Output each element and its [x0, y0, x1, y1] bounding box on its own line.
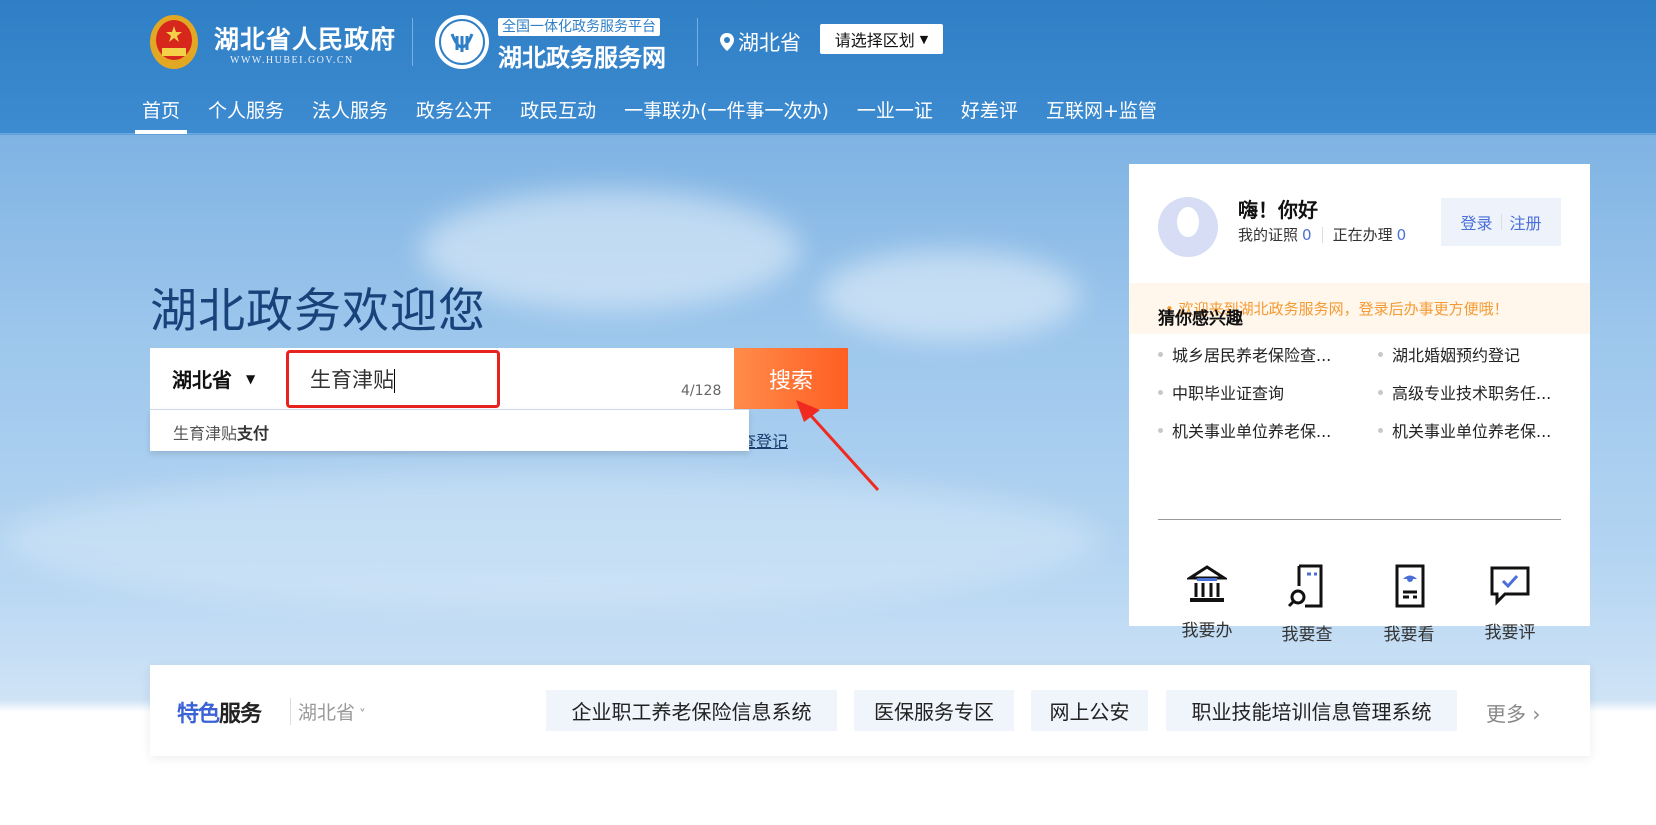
- featured-title: 特色服务: [177, 696, 262, 728]
- featured-services: 特色服务 湖北省 ˅ 企业职工养老保险信息系统 医保服务专区 网上公安 职业技能…: [150, 665, 1590, 756]
- gov-title[interactable]: 湖北省人民政府: [214, 20, 396, 56]
- location-pin-icon: [720, 33, 734, 51]
- user-card: 嗨！你好 我的证照 0 正在办理 0 登录 注册 • 欢迎来到湖北政务服务网，登…: [1129, 164, 1590, 645]
- platform-title[interactable]: 湖北政务服务网: [498, 38, 666, 73]
- nav-legal[interactable]: 法人服务: [305, 96, 395, 134]
- suggestion-prefix: 生育津贴: [173, 424, 238, 443]
- interest-item[interactable]: 机关事业单位养老保...: [1378, 418, 1563, 442]
- register-link[interactable]: 注册: [1510, 210, 1542, 234]
- search-scope-label: 湖北省: [172, 368, 232, 392]
- header-divider: [412, 18, 413, 66]
- interest-item[interactable]: 城乡居民养老保险查...: [1158, 342, 1378, 366]
- caret-down-icon: ▼: [919, 32, 929, 46]
- chevron-down-icon: ˅: [355, 708, 366, 723]
- nav-interaction[interactable]: 政民互动: [513, 96, 603, 134]
- chevron-right-icon: ›: [1526, 702, 1541, 726]
- avatar: [1158, 197, 1218, 257]
- caret-down-icon: ▼: [246, 371, 256, 386]
- login-link[interactable]: 登录: [1460, 210, 1492, 234]
- quick-action-label: 我要办: [1181, 621, 1233, 641]
- document-search-icon: [1287, 564, 1323, 608]
- inprogress-label: 正在办理: [1332, 226, 1393, 244]
- featured-item[interactable]: 职业技能培训信息管理系统: [1166, 690, 1457, 731]
- interest-item[interactable]: 高级专业技术职务任...: [1378, 380, 1563, 404]
- card-divider: [1158, 519, 1561, 520]
- document-eye-icon: [1395, 564, 1425, 608]
- quick-action-view[interactable]: 我要看: [1369, 564, 1449, 645]
- quick-action-label: 我要查: [1281, 625, 1333, 645]
- char-counter: 4/128: [681, 383, 722, 399]
- bank-icon: [1187, 565, 1227, 602]
- nav-one-thing[interactable]: 一事联办(一件事一次办): [617, 96, 836, 134]
- hero-title: 湖北政务欢迎您: [150, 284, 486, 339]
- search-suggestion[interactable]: 生育津贴支付: [150, 409, 749, 451]
- auth-box: 登录 注册: [1441, 198, 1561, 246]
- platform-logo-icon: [435, 15, 489, 69]
- location-label: 湖北省: [738, 31, 801, 55]
- national-emblem-icon: [150, 15, 198, 69]
- interest-item-label: 中职毕业证查询: [1172, 384, 1285, 403]
- suggestion-bold: 支付: [237, 424, 270, 443]
- highlight-box: [286, 350, 500, 408]
- region-select-label: 请选择区划: [834, 31, 915, 50]
- featured-region-select[interactable]: 湖北省 ˅: [290, 698, 366, 725]
- interest-item[interactable]: 湖北婚姻预约登记: [1378, 342, 1563, 366]
- more-link[interactable]: 更多 ›: [1486, 698, 1540, 727]
- more-label: 更多: [1486, 702, 1526, 726]
- nav-personal[interactable]: 个人服务: [201, 96, 291, 134]
- certs-label: 我的证照: [1238, 226, 1299, 244]
- interest-item[interactable]: 中职毕业证查询: [1158, 380, 1378, 404]
- nav-public-affairs[interactable]: 政务公开: [409, 96, 499, 134]
- nav-rating[interactable]: 好差评: [954, 96, 1025, 134]
- nav-one-license[interactable]: 一业一证: [850, 96, 940, 134]
- quick-action-query[interactable]: 我要查: [1267, 564, 1347, 645]
- chat-check-icon: [1490, 566, 1530, 606]
- main-nav: 首页 个人服务 法人服务 政务公开 政民互动 一事联办(一件事一次办) 一业一证…: [135, 96, 1178, 134]
- header-divider: [697, 18, 698, 66]
- interest-item-label: 城乡居民养老保险查...: [1172, 346, 1332, 365]
- featured-item[interactable]: 医保服务专区: [854, 690, 1014, 731]
- annotation-arrow-icon: [796, 400, 880, 492]
- interest-title: 猜你感兴趣: [1158, 309, 1243, 329]
- greeting: 嗨！你好: [1238, 198, 1318, 222]
- region-select[interactable]: 请选择区划 ▼: [820, 24, 943, 54]
- inprogress-count[interactable]: 0: [1397, 226, 1407, 244]
- current-location: 湖北省: [720, 27, 801, 57]
- featured-item[interactable]: 企业职工养老保险信息系统: [546, 690, 837, 731]
- interest-item[interactable]: 机关事业单位养老保...: [1158, 418, 1378, 442]
- platform-badge: 全国一体化政务服务平台: [498, 18, 660, 36]
- quick-action-label: 我要看: [1383, 625, 1435, 645]
- featured-item[interactable]: 网上公安: [1031, 690, 1148, 731]
- nav-supervision[interactable]: 互联网+监管: [1039, 96, 1164, 134]
- stats-divider: [1321, 226, 1323, 243]
- interest-item-label: 机关事业单位养老保...: [1172, 422, 1332, 441]
- interest-item-label: 机关事业单位养老保...: [1392, 422, 1552, 441]
- user-stats: 我的证照 0 正在办理 0: [1238, 224, 1406, 245]
- gov-url: WWW.HUBEI.GOV.CN: [230, 55, 354, 66]
- featured-region-label: 湖北省: [298, 702, 356, 724]
- interest-item-label: 湖北婚姻预约登记: [1392, 346, 1521, 365]
- quick-action-handle[interactable]: 我要办: [1167, 564, 1247, 641]
- certs-count[interactable]: 0: [1302, 226, 1312, 244]
- site-header: 湖北省人民政府 WWW.HUBEI.GOV.CN 全国一体化政务服务平台 湖北政…: [0, 0, 1656, 134]
- auth-divider: [1500, 214, 1502, 230]
- featured-title-a: 特色: [177, 702, 220, 727]
- interest-item-label: 高级专业技术职务任...: [1392, 384, 1552, 403]
- search-scope-select[interactable]: 湖北省 ▼: [150, 364, 286, 393]
- featured-title-b: 服务: [219, 702, 262, 727]
- quick-action-label: 我要评: [1484, 623, 1536, 643]
- quick-action-rate[interactable]: 我要评: [1470, 564, 1550, 643]
- interest-list: 城乡居民养老保险查... 湖北婚姻预约登记 中职毕业证查询 高级专业技术职务任.…: [1158, 342, 1563, 442]
- nav-home[interactable]: 首页: [135, 96, 188, 134]
